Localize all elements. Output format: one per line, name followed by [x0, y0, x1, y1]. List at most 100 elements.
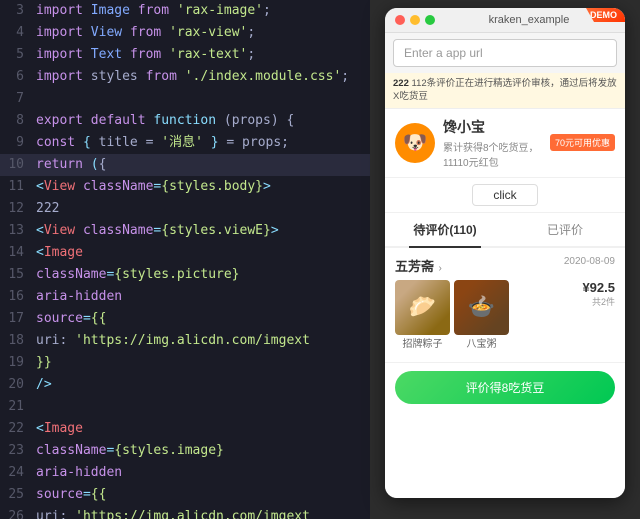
editor-line-19: 19 }}	[0, 352, 370, 374]
line-content-5: import Text from 'rax-text';	[32, 44, 370, 66]
line-content-25: source={{	[32, 484, 370, 506]
editor-line-4: 4import View from 'rax-view';	[0, 22, 370, 44]
status-message: 112条评价正在进行精选评价审核，通过后将发放X吃货豆	[393, 78, 617, 102]
line-content-22: <Image	[32, 418, 370, 440]
line-number-12: 12	[0, 198, 32, 220]
review-count: 222	[393, 78, 409, 89]
line-content-11: <View className={styles.body}>	[32, 176, 370, 198]
review-tabs: 待评价(110) 已评价	[385, 213, 625, 248]
line-content-16: aria-hidden	[32, 286, 370, 308]
line-number-24: 24	[0, 462, 32, 484]
editor-line-21: 21	[0, 396, 370, 418]
line-number-26: 26	[0, 506, 32, 519]
editor-line-3: 3import Image from 'rax-image';	[0, 0, 370, 22]
editor-line-14: 14 <Image	[0, 242, 370, 264]
tab-pending-review[interactable]: 待评价(110)	[385, 213, 505, 246]
store-image-soup: 🍲	[454, 280, 509, 335]
line-content-24: aria-hidden	[32, 462, 370, 484]
coupon-badge[interactable]: 70元可用优惠	[550, 134, 615, 151]
minimize-window-button[interactable]	[410, 15, 420, 25]
maximize-window-button[interactable]	[425, 15, 435, 25]
editor-line-26: 26 uri: 'https://img.alicdn.com/imgext	[0, 506, 370, 519]
editor-line-8: 8export default function (props) {	[0, 110, 370, 132]
line-content-17: source={{	[32, 308, 370, 330]
line-number-15: 15	[0, 264, 32, 286]
line-content-26: uri: 'https://img.alicdn.com/imgext	[32, 506, 370, 519]
avatar-emoji: 🐶	[403, 130, 428, 155]
line-content-18: uri: 'https://img.alicdn.com/imgext	[32, 330, 370, 352]
editor-line-25: 25 source={{	[0, 484, 370, 506]
app-content: 222 112条评价正在进行精选评价审核，通过后将发放X吃货豆 🐶 馋小宝 累计…	[385, 73, 625, 498]
store-price-area: ¥92.5 共2件	[582, 280, 615, 308]
editor-line-7: 7	[0, 88, 370, 110]
line-content-14: <Image	[32, 242, 370, 264]
line-number-4: 4	[0, 22, 32, 44]
close-window-button[interactable]	[395, 15, 405, 25]
line-content-10: return ({	[32, 154, 370, 176]
user-desc: 累计获得8个吃货豆，11110元红包	[443, 139, 542, 169]
line-number-25: 25	[0, 484, 32, 506]
line-number-7: 7	[0, 88, 32, 110]
bottom-action-area[interactable]: 评价得8吃货豆	[385, 363, 625, 412]
editor-line-23: 23 className={styles.image}	[0, 440, 370, 462]
line-content-12: 222	[32, 198, 370, 220]
editor-line-24: 24 aria-hidden	[0, 462, 370, 484]
line-content-4: import View from 'rax-view';	[32, 22, 370, 44]
store-image-dumplings: 🥟	[395, 280, 450, 335]
line-content-20: />	[32, 374, 370, 396]
store-price: ¥92.5	[582, 280, 615, 295]
line-content-3: import Image from 'rax-image';	[32, 0, 370, 22]
window-title: kraken_example	[443, 14, 615, 26]
user-info: 馋小宝 累计获得8个吃货豆，11110元红包	[443, 117, 542, 169]
editor-line-18: 18 uri: 'https://img.alicdn.com/imgext	[0, 330, 370, 352]
store-count: 共2件	[582, 295, 615, 308]
line-number-18: 18	[0, 330, 32, 352]
line-content-15: className={styles.picture}	[32, 264, 370, 286]
line-number-8: 8	[0, 110, 32, 132]
window-controls	[395, 15, 435, 25]
line-number-13: 13	[0, 220, 32, 242]
avatar: 🐶	[395, 123, 435, 163]
user-section: 🐶 馋小宝 累计获得8个吃货豆，11110元红包 70元可用优惠	[385, 109, 625, 178]
line-number-5: 5	[0, 44, 32, 66]
editor-line-9: 9 const { title = '消息' } = props;	[0, 132, 370, 154]
store-item-label-0: 招牌粽子	[395, 335, 450, 350]
store-images: 🥟 招牌粽子 🍲 八宝粥	[395, 280, 509, 350]
store-item-label-1: 八宝粥	[454, 335, 509, 350]
line-number-10: 10	[0, 154, 32, 176]
user-name: 馋小宝	[443, 117, 542, 137]
click-button-area[interactable]: click	[385, 178, 625, 213]
url-input-bar[interactable]: Enter a app url	[393, 39, 617, 67]
line-content-8: export default function (props) {	[32, 110, 370, 132]
tab-reviewed[interactable]: 已评价	[505, 213, 625, 246]
status-bar: 222 112条评价正在进行精选评价审核，通过后将发放X吃货豆	[385, 73, 625, 109]
line-number-6: 6	[0, 66, 32, 88]
line-number-22: 22	[0, 418, 32, 440]
line-number-16: 16	[0, 286, 32, 308]
review-action-button[interactable]: 评价得8吃货豆	[395, 371, 615, 404]
code-editor: 3import Image from 'rax-image';4import V…	[0, 0, 370, 519]
line-number-20: 20	[0, 374, 32, 396]
soup-icon: 🍲	[454, 280, 509, 335]
store-item-1: 🍲 八宝粥	[454, 280, 509, 350]
line-number-9: 9	[0, 132, 32, 154]
line-number-23: 23	[0, 440, 32, 462]
store-info-row: 五芳斋 › 2020-08-09	[395, 256, 615, 276]
line-number-11: 11	[0, 176, 32, 198]
editor-line-13: 13 <View className={styles.viewE}>	[0, 220, 370, 242]
line-number-19: 19	[0, 352, 32, 374]
editor-line-16: 16 aria-hidden	[0, 286, 370, 308]
line-content-9: const { title = '消息' } = props;	[32, 132, 370, 154]
store-item-0: 🥟 招牌粽子	[395, 280, 450, 350]
phone-frame: kraken_example Enter a app url DEMO 222 …	[385, 8, 625, 498]
store-date: 2020-08-09	[564, 256, 615, 267]
click-button[interactable]: click	[472, 184, 537, 206]
editor-line-10: 10 return ({	[0, 154, 370, 176]
editor-line-12: 12 222	[0, 198, 370, 220]
line-number-3: 3	[0, 0, 32, 22]
line-content-6: import styles from './index.module.css';	[32, 66, 370, 88]
store-name-area: 五芳斋 ›	[395, 256, 442, 276]
editor-line-5: 5import Text from 'rax-text';	[0, 44, 370, 66]
store-card: 五芳斋 › 2020-08-09 🥟 招牌粽子	[385, 248, 625, 363]
editor-line-15: 15 className={styles.picture}	[0, 264, 370, 286]
